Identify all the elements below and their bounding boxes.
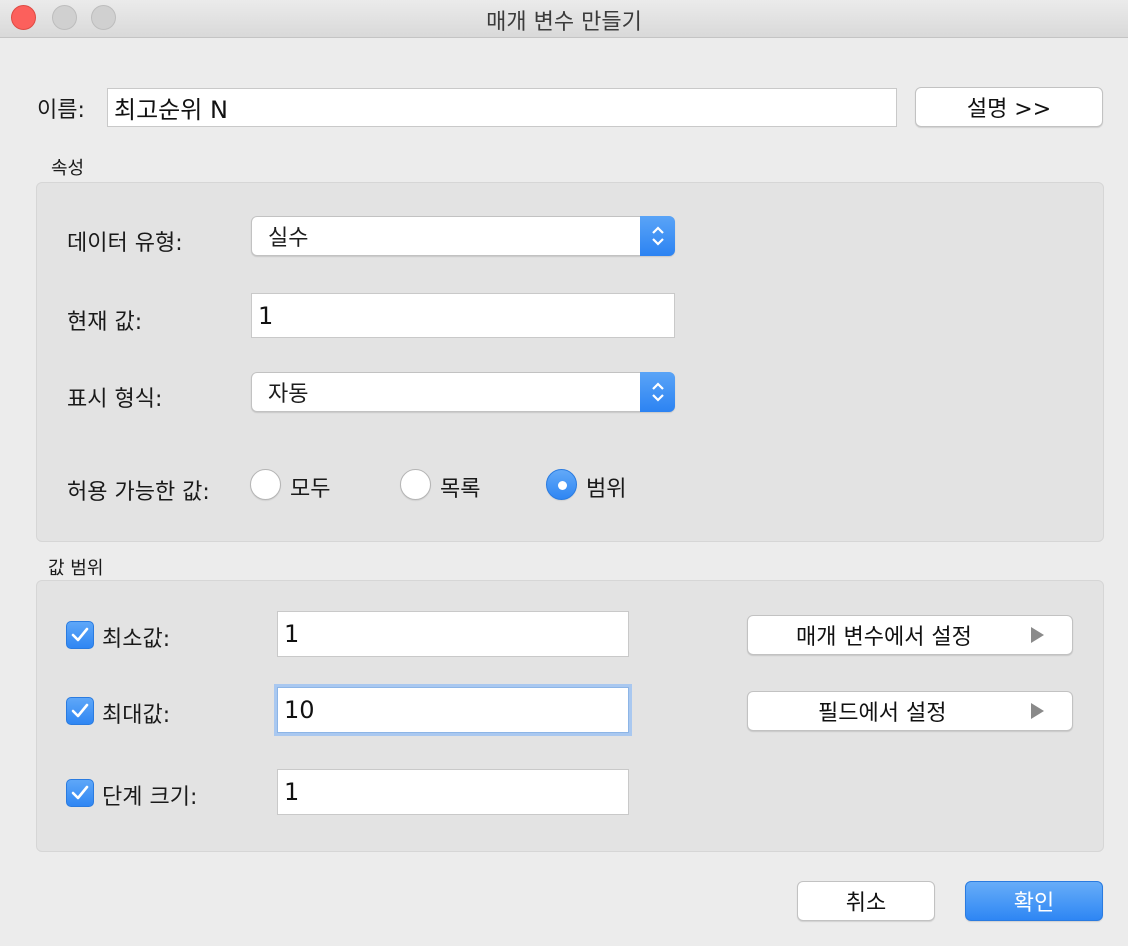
minimum-label: 최소값: bbox=[102, 627, 171, 652]
radio-all-label[interactable]: 모두 bbox=[290, 471, 330, 503]
range-section-label: 값 범위 bbox=[48, 558, 104, 579]
display-format-value: 자동 bbox=[268, 382, 309, 407]
checkmark-icon bbox=[71, 785, 89, 800]
name-field[interactable]: 최고순위 N bbox=[107, 88, 897, 127]
maximum-label: 최대값: bbox=[102, 703, 171, 728]
step-size-label: 단계 크기: bbox=[102, 785, 198, 810]
data-type-chevron-updown-icon bbox=[640, 216, 675, 256]
display-format-label: 표시 형식: bbox=[67, 387, 163, 412]
radio-list-label[interactable]: 목록 bbox=[440, 471, 480, 503]
step-size-field-value: 1 bbox=[284, 778, 300, 806]
ok-button[interactable]: 확인 bbox=[965, 881, 1103, 921]
checkmark-icon bbox=[71, 627, 89, 642]
triangle-right-icon bbox=[1031, 703, 1044, 719]
data-type-value: 실수 bbox=[268, 226, 309, 251]
minimum-checkbox[interactable] bbox=[66, 621, 94, 649]
name-field-value: 최고순위 N bbox=[114, 96, 228, 124]
triangle-right-icon bbox=[1031, 627, 1044, 643]
data-type-label: 데이터 유형: bbox=[67, 231, 183, 256]
properties-section-label: 속성 bbox=[51, 158, 85, 179]
window-title: 매개 변수 만들기 bbox=[486, 10, 642, 35]
set-from-parameter-label: 매개 변수에서 설정 bbox=[796, 625, 972, 650]
cancel-button[interactable]: 취소 bbox=[797, 881, 935, 921]
display-format-chevron-updown-icon bbox=[640, 372, 675, 412]
display-format-popup[interactable]: 자동 bbox=[251, 372, 675, 412]
ok-button-label: 확인 bbox=[1013, 891, 1055, 916]
set-from-parameter-button[interactable]: 매개 변수에서 설정 bbox=[747, 615, 1073, 655]
maximum-checkbox[interactable] bbox=[66, 697, 94, 725]
set-from-field-button[interactable]: 필드에서 설정 bbox=[747, 691, 1073, 731]
checkmark-icon bbox=[71, 703, 89, 718]
step-size-checkbox[interactable] bbox=[66, 779, 94, 807]
current-value-field[interactable]: 1 bbox=[251, 293, 675, 338]
allowable-values-label: 허용 가능한 값: bbox=[67, 480, 210, 505]
description-button-label: 설명 >> bbox=[966, 97, 1052, 122]
step-size-field[interactable]: 1 bbox=[277, 769, 629, 815]
minimum-field-value: 1 bbox=[284, 620, 300, 648]
data-type-popup[interactable]: 실수 bbox=[251, 216, 675, 256]
radio-list[interactable] bbox=[400, 469, 431, 500]
maximum-field-value: 10 bbox=[284, 696, 315, 724]
set-from-field-label: 필드에서 설정 bbox=[818, 701, 947, 726]
cancel-button-label: 취소 bbox=[845, 891, 887, 916]
name-label: 이름: bbox=[37, 98, 85, 123]
radio-range-label[interactable]: 범위 bbox=[586, 471, 626, 503]
current-value-field-value: 1 bbox=[258, 301, 274, 330]
radio-all[interactable] bbox=[250, 469, 281, 500]
radio-range[interactable] bbox=[546, 469, 577, 500]
maximum-field[interactable]: 10 bbox=[277, 687, 629, 733]
current-value-label: 현재 값: bbox=[67, 310, 143, 335]
minimum-field[interactable]: 1 bbox=[277, 611, 629, 657]
title-bar: 매개 변수 만들기 bbox=[0, 0, 1128, 38]
description-button[interactable]: 설명 >> bbox=[915, 87, 1103, 127]
